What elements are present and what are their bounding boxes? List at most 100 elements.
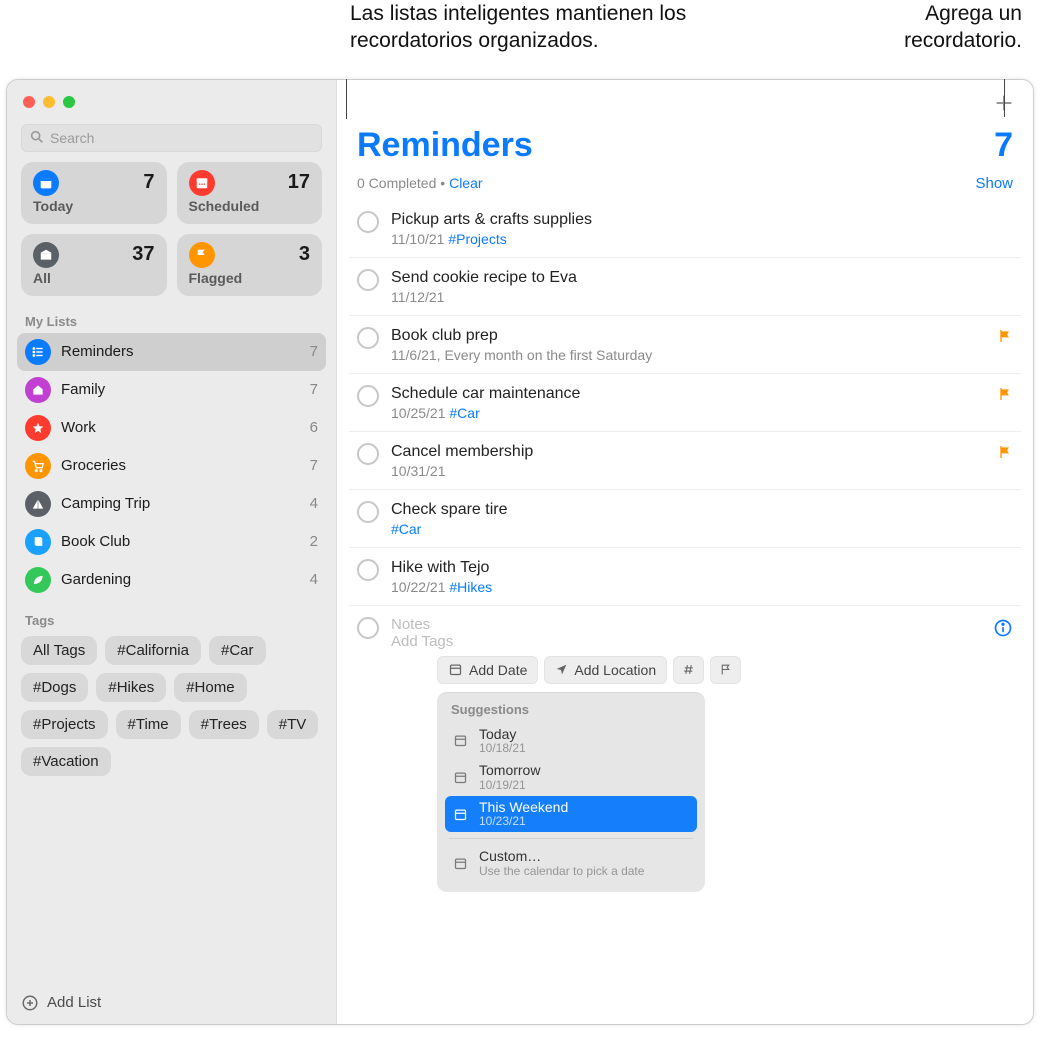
search-input[interactable] — [21, 124, 322, 152]
smart-count: 7 — [143, 171, 154, 194]
complete-checkbox[interactable] — [357, 443, 379, 465]
list-count: 4 — [310, 571, 318, 588]
hash-icon — [682, 663, 695, 676]
reminder-item[interactable]: Book club prep 11/6/21, Every month on t… — [349, 316, 1021, 374]
complete-checkbox[interactable] — [357, 327, 379, 349]
sidebar-list-gardening[interactable]: Gardening 4 — [17, 561, 326, 599]
add-list-button[interactable]: Add List — [7, 982, 336, 1024]
today-icon: 19 — [33, 170, 59, 196]
tag-chip[interactable]: All Tags — [21, 636, 97, 665]
complete-checkbox[interactable] — [357, 501, 379, 523]
tag-link[interactable]: #Projects — [448, 231, 506, 247]
tag-chip[interactable]: #California — [105, 636, 201, 665]
list-name: Camping Trip — [61, 495, 300, 512]
search-icon — [29, 129, 45, 145]
notes-placeholder[interactable]: Notes — [391, 616, 981, 633]
complete-checkbox[interactable] — [357, 559, 379, 581]
tag-link[interactable]: #Car — [391, 521, 421, 537]
date-suggestion[interactable]: Custom…Use the calendar to pick a date — [445, 845, 697, 882]
date-suggestion[interactable]: This Weekend10/23/21 — [445, 796, 697, 833]
callout-line — [1004, 79, 1005, 117]
list-count: 7 — [310, 343, 318, 360]
list-count: 6 — [310, 419, 318, 436]
complete-checkbox[interactable] — [357, 617, 379, 639]
reminder-subtitle: #Car — [391, 521, 1013, 537]
tag-chip[interactable]: #Hikes — [96, 673, 166, 702]
smart-list-today[interactable]: 19 7 Today — [21, 162, 167, 224]
my-lists-header: My Lists — [7, 310, 336, 333]
tag-chip[interactable]: #Dogs — [21, 673, 88, 702]
tag-chip[interactable]: #Home — [174, 673, 246, 702]
reminder-title: Check spare tire — [391, 500, 1013, 520]
calendar-icon — [451, 855, 469, 873]
list-count: 7 — [994, 126, 1013, 165]
date-suggestion[interactable]: Today10/18/21 — [445, 723, 697, 760]
smart-list-flagged[interactable]: 3 Flagged — [177, 234, 323, 296]
add-tag-button[interactable] — [673, 656, 704, 684]
zoom-window-button[interactable] — [63, 96, 75, 108]
tag-chip[interactable]: #Projects — [21, 710, 108, 739]
completed-status: 0 Completed • Clear — [357, 175, 483, 191]
reminder-subtitle: 10/22/21 #Hikes — [391, 579, 1013, 595]
calendar-icon — [451, 768, 469, 786]
complete-checkbox[interactable] — [357, 211, 379, 233]
star-icon — [25, 415, 51, 441]
tag-chip[interactable]: #Trees — [189, 710, 259, 739]
tag-chip[interactable]: #Vacation — [21, 747, 111, 776]
complete-checkbox[interactable] — [357, 385, 379, 407]
reminder-item[interactable]: Send cookie recipe to Eva 11/12/21 — [349, 258, 1021, 316]
tags-header: Tags — [7, 609, 336, 632]
close-window-button[interactable] — [23, 96, 35, 108]
show-completed-button[interactable]: Show — [975, 175, 1013, 192]
reminder-title: Book club prep — [391, 326, 985, 346]
reminder-title: Hike with Tejo — [391, 558, 1013, 578]
tent-icon — [25, 491, 51, 517]
sidebar-list-reminders[interactable]: Reminders 7 — [17, 333, 326, 371]
date-suggestion[interactable]: Tomorrow10/19/21 — [445, 759, 697, 796]
add-tags-placeholder[interactable]: Add Tags — [391, 633, 981, 650]
main-panel: Reminders 7 0 Completed • Clear Show Pic… — [337, 80, 1033, 1024]
sidebar-list-book-club[interactable]: Book Club 2 — [17, 523, 326, 561]
reminder-item[interactable]: Pickup arts & crafts supplies 11/10/21 #… — [349, 200, 1021, 258]
tag-link[interactable]: #Car — [449, 405, 479, 421]
tag-chip[interactable]: #TV — [267, 710, 319, 739]
smart-count: 17 — [288, 171, 310, 194]
new-reminder-row[interactable]: Notes Add Tags Add Date Add Location Sug… — [349, 606, 1021, 902]
reminder-item[interactable]: Schedule car maintenance 10/25/21 #Car — [349, 374, 1021, 432]
book-icon — [25, 529, 51, 555]
tag-chip[interactable]: #Car — [209, 636, 266, 665]
callout-add-reminder: Agrega un recordatorio. — [802, 0, 1022, 55]
search-field[interactable] — [21, 124, 322, 152]
cart-icon — [25, 453, 51, 479]
calendar-icon — [451, 732, 469, 750]
add-date-button[interactable]: Add Date — [437, 656, 538, 684]
reminder-item[interactable]: Hike with Tejo 10/22/21 #Hikes — [349, 548, 1021, 606]
all-icon — [33, 242, 59, 268]
reminder-item[interactable]: Cancel membership 10/31/21 — [349, 432, 1021, 490]
list-name: Family — [61, 381, 300, 398]
sidebar-list-work[interactable]: Work 6 — [17, 409, 326, 447]
list-count: 7 — [310, 381, 318, 398]
add-flag-button[interactable] — [710, 656, 741, 684]
tag-chip[interactable]: #Time — [116, 710, 181, 739]
minimize-window-button[interactable] — [43, 96, 55, 108]
info-button[interactable] — [993, 618, 1013, 638]
reminder-title: Send cookie recipe to Eva — [391, 268, 1013, 288]
smart-label: Scheduled — [189, 198, 311, 214]
list-name: Work — [61, 419, 300, 436]
clear-completed-button[interactable]: Clear — [449, 175, 482, 191]
suggestions-label: Suggestions — [445, 702, 697, 723]
reminder-title: Pickup arts & crafts supplies — [391, 210, 1013, 230]
smart-list-scheduled[interactable]: 17 Scheduled — [177, 162, 323, 224]
complete-checkbox[interactable] — [357, 269, 379, 291]
sidebar-list-groceries[interactable]: Groceries 7 — [17, 447, 326, 485]
tag-link[interactable]: #Hikes — [449, 579, 492, 595]
svg-text:19: 19 — [43, 182, 50, 188]
add-location-button[interactable]: Add Location — [544, 656, 667, 684]
reminder-item[interactable]: Check spare tire #Car — [349, 490, 1021, 548]
window-controls — [7, 80, 336, 114]
sidebar-list-family[interactable]: Family 7 — [17, 371, 326, 409]
smart-label: All — [33, 270, 155, 286]
sidebar-list-camping-trip[interactable]: Camping Trip 4 — [17, 485, 326, 523]
smart-list-all[interactable]: 37 All — [21, 234, 167, 296]
